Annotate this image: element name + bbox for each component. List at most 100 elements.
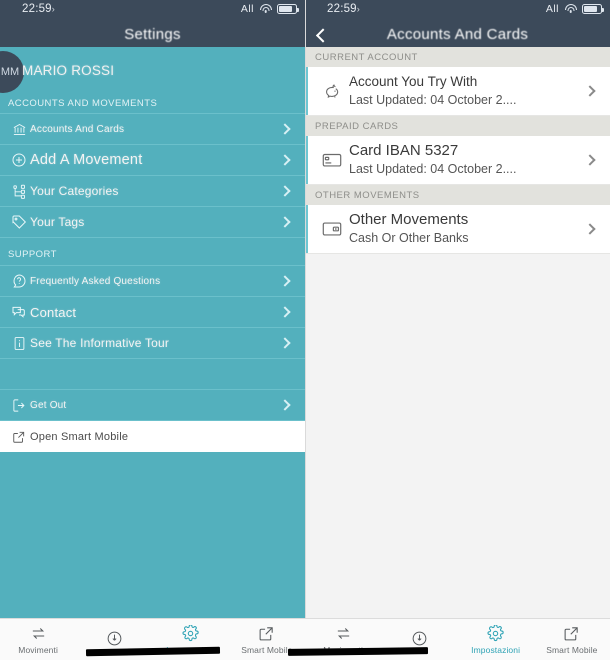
avatar-initials: MM xyxy=(0,66,20,78)
tag-icon xyxy=(8,214,30,230)
sidebar-item-faq[interactable]: Frequently Asked Questions xyxy=(0,266,305,297)
list-item-prepaid-card[interactable]: Card IBAN 5327 Last Updated: 04 October … xyxy=(305,136,610,185)
settings-navbar: Settings xyxy=(0,22,305,47)
nav-spacer-row xyxy=(0,359,305,390)
status-time-value: 22:59 xyxy=(22,3,52,15)
list-item-subtitle: Last Updated: 04 October 2.... xyxy=(349,93,517,107)
piggy-bank-icon xyxy=(317,81,347,101)
sidebar-item-informative-tour[interactable]: See The Informative Tour xyxy=(0,328,305,359)
transfer-arrows-icon xyxy=(30,625,47,642)
chevron-right-icon xyxy=(279,185,291,197)
bottom-tab-bar: Movimenti Impostazioni xyxy=(0,618,610,660)
tab-label: Smart Mobile xyxy=(241,644,293,655)
sidebar-label: Get Out xyxy=(30,399,67,411)
profile-name: MARIO ROSSI xyxy=(22,62,115,78)
tab-label: Impostazioni xyxy=(471,644,521,655)
status-indicators: All xyxy=(545,3,604,15)
status-time-value: 22:59 xyxy=(327,3,357,15)
accounts-navbar: Accounts And Cards xyxy=(305,22,610,47)
accounts-and-cards-panel: 22:59› All Accounts And Cards CURRENT AC… xyxy=(305,0,610,660)
group-caption-current-account: CURRENT ACCOUNT xyxy=(305,47,610,67)
external-link-icon xyxy=(258,625,275,642)
chevron-right-icon xyxy=(279,154,291,166)
transfer-arrows-icon xyxy=(335,625,352,642)
list-item-text: Card IBAN 5327 Last Updated: 04 October … xyxy=(347,142,586,178)
sidebar-label: See The Informative Tour xyxy=(30,336,170,350)
chevron-right-icon xyxy=(279,337,291,349)
sidebar-label: Accounts And Cards xyxy=(30,123,125,135)
status-indicators: All xyxy=(240,3,299,15)
plus-circle-icon xyxy=(8,152,30,168)
chat-bubbles-icon xyxy=(8,304,30,320)
chevron-right-icon xyxy=(279,123,291,135)
chevron-right-icon xyxy=(279,306,291,318)
question-bubble-icon xyxy=(8,273,30,289)
sidebar-label: Open Smart Mobile xyxy=(30,430,129,443)
group-caption-other-movements: OTHER MOVEMENTS xyxy=(305,185,610,205)
group-caption-prepaid-cards: PREPAID CARDS xyxy=(305,116,610,136)
category-tree-icon xyxy=(8,184,30,199)
bank-icon xyxy=(8,122,30,137)
list-item-current-account[interactable]: Account You Try With Last Updated: 04 Oc… xyxy=(305,67,610,116)
sidebar-label: Add A Movement xyxy=(30,152,143,168)
gear-icon xyxy=(182,624,199,642)
gear-icon xyxy=(487,624,504,642)
status-bar-left: 22:59› All xyxy=(0,0,305,22)
chevron-right-icon xyxy=(279,399,291,411)
status-time: 22:59› xyxy=(22,3,55,15)
page-title: Accounts And Cards xyxy=(386,26,529,43)
logout-icon xyxy=(8,398,30,413)
chevron-right-icon xyxy=(584,223,596,235)
sidebar-item-your-categories[interactable]: Your Categories xyxy=(0,176,305,207)
list-item-title: Card IBAN 5327 xyxy=(349,142,459,159)
carrier-label: All xyxy=(545,3,559,15)
battery-icon xyxy=(277,4,299,14)
tab-smart-mobile[interactable]: Smart Mobile xyxy=(534,619,610,660)
sidebar-item-accounts-and-cards[interactable]: Accounts And Cards xyxy=(0,114,305,145)
location-arrow-icon: › xyxy=(51,4,55,14)
carrier-label: All xyxy=(240,3,254,15)
wallet-icon xyxy=(317,218,347,240)
panel-divider xyxy=(305,0,306,618)
list-item-title: Other Movements xyxy=(349,211,469,228)
info-document-icon xyxy=(8,336,30,351)
tab-label: Smart Mobile xyxy=(546,644,598,655)
chevron-right-icon xyxy=(584,154,596,166)
wifi-icon xyxy=(564,4,577,14)
list-item-other-movements[interactable]: Other Movements Cash Or Other Banks xyxy=(305,205,610,254)
tab-impostazioni[interactable]: Impostazioni xyxy=(458,619,534,660)
section-caption-accounts: ACCOUNTS AND MOVEMENTS xyxy=(8,97,158,109)
sidebar-item-your-tags[interactable]: Your Tags xyxy=(0,207,305,238)
settings-title: Settings xyxy=(124,26,181,43)
list-item-text: Account You Try With Last Updated: 04 Oc… xyxy=(347,73,586,109)
status-bar-right: 22:59› All xyxy=(305,0,610,22)
sidebar-item-get-out[interactable]: Get Out xyxy=(0,390,305,421)
tab-label: Movimenti xyxy=(18,644,58,655)
sidebar-item-contact[interactable]: Contact xyxy=(0,297,305,328)
sidebar-item-add-a-movement[interactable]: Add A Movement xyxy=(0,145,305,176)
section-caption-support: SUPPORT xyxy=(8,249,57,260)
dual-phone-screenshot: 22:59› All Settings MM MARIO ROSSI ACCOU… xyxy=(0,0,610,660)
credit-card-icon xyxy=(317,149,347,171)
nav-list-support: Frequently Asked Questions Contact See T… xyxy=(0,265,305,421)
avatar: MM xyxy=(0,51,24,93)
chevron-right-icon xyxy=(279,216,291,228)
list-item-title: Account You Try With xyxy=(349,74,478,89)
left-white-area: Open Smart Mobile xyxy=(0,421,305,452)
back-chevron-icon[interactable] xyxy=(315,29,326,40)
download-circle-icon xyxy=(106,630,123,647)
sidebar-label: Your Categories xyxy=(30,184,119,198)
sidebar-label: Frequently Asked Questions xyxy=(30,275,161,287)
settings-panel: 22:59› All Settings MM MARIO ROSSI ACCOU… xyxy=(0,0,305,660)
sidebar-label: Your Tags xyxy=(30,215,85,229)
sidebar-label: Contact xyxy=(30,304,77,320)
external-link-icon xyxy=(563,625,580,642)
list-item-text: Other Movements Cash Or Other Banks xyxy=(347,211,586,247)
wifi-icon xyxy=(259,4,272,14)
list-item-subtitle: Cash Or Other Banks xyxy=(349,231,469,245)
list-item-subtitle: Last Updated: 04 October 2.... xyxy=(349,162,517,176)
sidebar-item-open-smart-mobile[interactable]: Open Smart Mobile xyxy=(0,421,305,452)
profile-row[interactable]: MM MARIO ROSSI xyxy=(0,47,305,93)
status-time: 22:59› xyxy=(327,3,360,15)
tab-movimenti[interactable]: Movimenti xyxy=(0,619,76,660)
